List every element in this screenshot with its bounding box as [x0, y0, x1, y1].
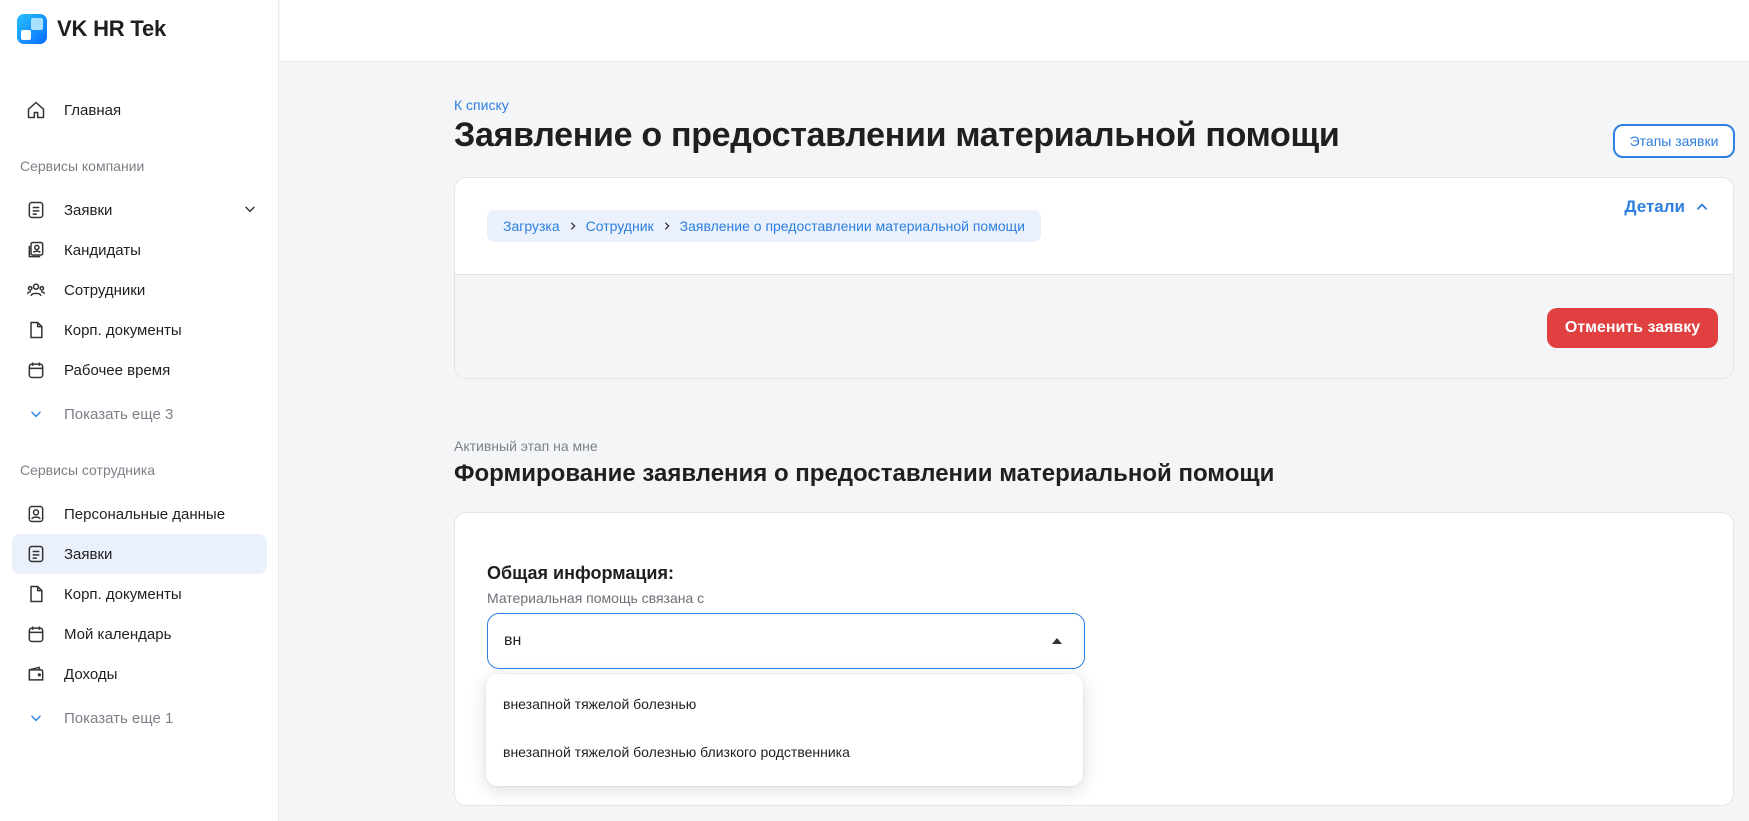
- dropdown-option[interactable]: внезапной тяжелой болезнью: [486, 680, 1083, 728]
- active-stage-label: Активный этап на мне: [454, 438, 598, 454]
- brand-logo[interactable]: VK HR Tek: [17, 14, 166, 44]
- sidebar-item-income[interactable]: Доходы: [12, 654, 267, 694]
- people-icon: [24, 278, 48, 302]
- section-employee-services: Сервисы сотрудника: [20, 462, 156, 478]
- sidebar-item-corp-docs[interactable]: Корп. документы: [12, 310, 267, 350]
- chevron-down-icon: [243, 202, 257, 216]
- stage-title: Формирование заявления о предоставлении …: [454, 460, 1275, 487]
- breadcrumb: Загрузка Сотрудник Заявление о предостав…: [487, 210, 1041, 242]
- chevron-up-icon: [1695, 200, 1709, 214]
- sidebar-item-candidates[interactable]: Кандидаты: [12, 230, 267, 270]
- sidebar-item-label: Доходы: [64, 665, 118, 683]
- sidebar-item-my-requests[interactable]: Заявки: [12, 534, 267, 574]
- details-toggle-label: Детали: [1624, 197, 1685, 216]
- calendar-icon: [24, 622, 48, 646]
- candidates-icon: [24, 238, 48, 262]
- sidebar-show-more-employee[interactable]: Показать еще 1: [12, 698, 267, 738]
- sidebar-item-employees[interactable]: Сотрудники: [12, 270, 267, 310]
- sidebar-item-label: Кандидаты: [64, 241, 141, 259]
- sidebar-item-company-requests[interactable]: Заявки: [12, 190, 267, 230]
- sidebar-item-my-calendar[interactable]: Мой календарь: [12, 614, 267, 654]
- sidebar-item-label: Корп. документы: [64, 585, 182, 603]
- chevron-down-icon: [24, 706, 48, 730]
- wallet-icon: [24, 662, 48, 686]
- profile-icon: [24, 502, 48, 526]
- sidebar-item-label: Персональные данные: [64, 505, 226, 523]
- sidebar-item-label: Показать еще 3: [64, 405, 174, 423]
- list-doc-icon: [24, 542, 48, 566]
- breadcrumb-item[interactable]: Загрузка: [503, 218, 560, 234]
- dropdown-option[interactable]: внезапной тяжелой болезнью близкого родс…: [486, 728, 1083, 776]
- sidebar-item-home[interactable]: Главная: [12, 90, 267, 130]
- document-icon: [24, 582, 48, 606]
- sidebar: VK HR Tek Главная Сервисы компании Заявк…: [0, 0, 279, 821]
- top-bar: [280, 0, 1749, 62]
- chevron-down-icon: [24, 402, 48, 426]
- sidebar-item-work-time[interactable]: Рабочее время: [12, 350, 267, 390]
- back-to-list-link[interactable]: К списку: [454, 97, 509, 113]
- cancel-request-button[interactable]: Отменить заявку: [1547, 308, 1718, 348]
- vk-logo-icon: [17, 14, 47, 44]
- page-title: Заявление о предоставлении материальной …: [454, 116, 1340, 154]
- details-toggle[interactable]: Детали: [1624, 197, 1709, 217]
- sidebar-item-label: Главная: [64, 101, 122, 119]
- sidebar-item-label: Сотрудники: [64, 281, 146, 299]
- aid-reason-dropdown: внезапной тяжелой болезнью внезапной тяж…: [486, 674, 1083, 786]
- chevron-right-icon: [568, 221, 578, 231]
- list-doc-icon: [24, 198, 48, 222]
- sidebar-item-personal-data[interactable]: Персональные данные: [12, 494, 267, 534]
- aid-reason-label: Материальная помощь связана с: [487, 590, 705, 606]
- aid-reason-input[interactable]: [504, 632, 1068, 650]
- chevron-right-icon: [662, 221, 672, 231]
- sidebar-item-my-corp-docs[interactable]: Корп. документы: [12, 574, 267, 614]
- section-company-services: Сервисы компании: [20, 158, 145, 174]
- sidebar-show-more-company[interactable]: Показать еще 3: [12, 394, 267, 434]
- document-icon: [24, 318, 48, 342]
- calendar-icon: [24, 358, 48, 382]
- request-stages-button[interactable]: Этапы заявки: [1613, 124, 1735, 158]
- sidebar-item-label: Показать еще 1: [64, 709, 174, 727]
- aid-reason-combobox[interactable]: [487, 613, 1085, 669]
- sidebar-item-label: Корп. документы: [64, 321, 182, 339]
- request-actions-bar: Отменить заявку: [455, 274, 1733, 378]
- sidebar-item-label: Рабочее время: [64, 361, 171, 379]
- sidebar-item-label: Мой календарь: [64, 625, 172, 643]
- form-section-heading: Общая информация:: [487, 563, 674, 583]
- sidebar-item-label: Заявки: [64, 545, 113, 563]
- caret-up-icon[interactable]: [1052, 638, 1062, 644]
- request-details-card: Загрузка Сотрудник Заявление о предостав…: [454, 177, 1734, 379]
- brand-name: VK HR Tek: [57, 16, 167, 41]
- breadcrumb-item[interactable]: Сотрудник: [586, 218, 654, 234]
- sidebar-item-label: Заявки: [64, 201, 113, 219]
- breadcrumb-item[interactable]: Заявление о предоставлении материальной …: [680, 218, 1025, 234]
- home-icon: [24, 98, 48, 122]
